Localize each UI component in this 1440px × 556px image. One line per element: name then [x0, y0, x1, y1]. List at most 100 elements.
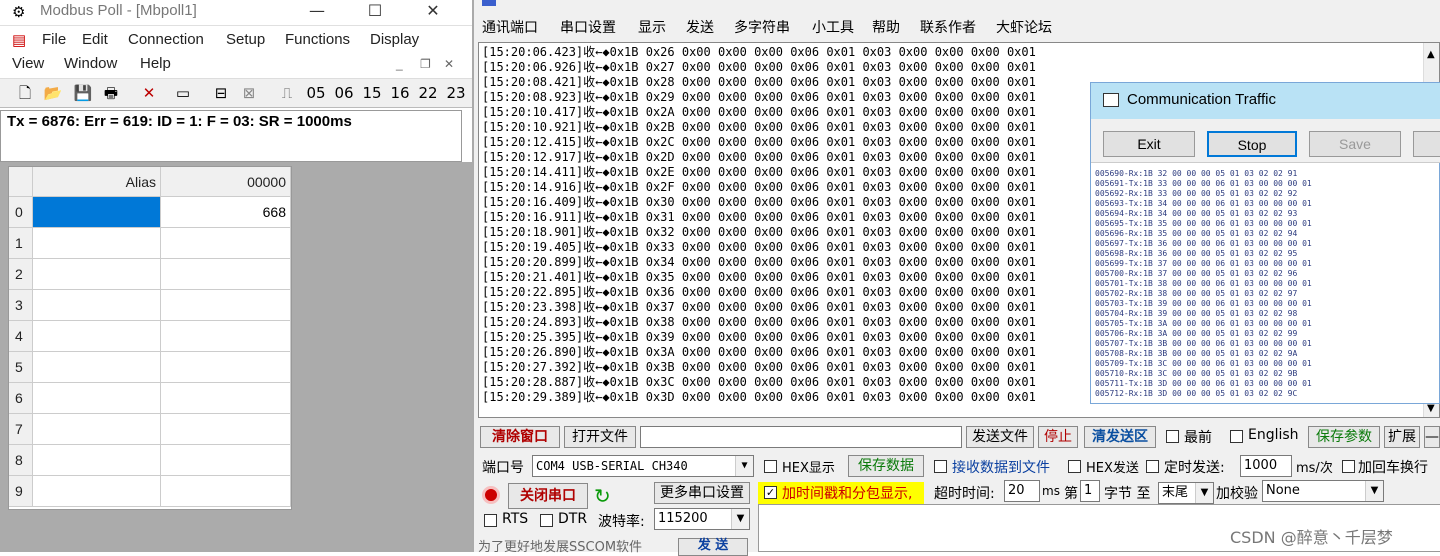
grid-alias-cell[interactable]: [33, 321, 161, 352]
menu-setup[interactable]: Setup: [226, 31, 265, 48]
chevron-down-icon[interactable]: ▼: [731, 509, 749, 529]
grid-value-cell[interactable]: [161, 290, 291, 321]
grid-value-cell[interactable]: [161, 383, 291, 414]
grid-alias-cell[interactable]: [33, 445, 161, 476]
close-port-button[interactable]: 关闭串口: [508, 483, 588, 509]
grid-row-header[interactable]: 1: [9, 228, 33, 259]
grid-value-cell[interactable]: [161, 414, 291, 445]
hex-send-checkbox[interactable]: [1068, 460, 1081, 473]
sscom-menu-8[interactable]: 大虾论坛: [996, 17, 1052, 37]
grid-row-header[interactable]: 7: [9, 414, 33, 445]
sscom-menu-4[interactable]: 多字符串: [734, 17, 790, 37]
stop-traffic-button[interactable]: Stop: [1207, 131, 1297, 157]
sscom-menu-5[interactable]: 小工具: [812, 17, 854, 37]
menu-functions[interactable]: Functions: [285, 31, 350, 48]
frame-input[interactable]: 1: [1080, 480, 1100, 502]
send-file-button[interactable]: 发送文件: [966, 426, 1034, 448]
grid-row-header[interactable]: 9: [9, 476, 33, 507]
grid-value-cell[interactable]: [161, 352, 291, 383]
topmost-checkbox[interactable]: [1166, 430, 1179, 443]
hex-display-checkbox[interactable]: [764, 460, 777, 473]
port-select[interactable]: COM4 USB-SERIAL CH340 ▼: [532, 455, 754, 477]
chevron-down-icon[interactable]: ▼: [735, 456, 753, 476]
timestamp-checkbox[interactable]: ✓: [764, 486, 777, 499]
toolbar-fn-05[interactable]: 05: [303, 82, 329, 104]
scroll-up-icon[interactable]: ▲: [1427, 49, 1435, 60]
timed-send-checkbox[interactable]: [1146, 460, 1159, 473]
sscom-menu-7[interactable]: 联系作者: [920, 17, 976, 37]
send-button[interactable]: 发 送: [678, 538, 748, 556]
grid-alias-cell[interactable]: [33, 290, 161, 321]
menu-connection[interactable]: Connection: [128, 31, 204, 48]
save-data-button[interactable]: 保存数据: [848, 455, 924, 477]
menu-edit[interactable]: Edit: [82, 31, 108, 48]
expand-button[interactable]: 扩展: [1384, 426, 1420, 448]
menu-view[interactable]: View: [12, 55, 44, 72]
grid-value-cell[interactable]: 668: [161, 197, 291, 228]
menu-display[interactable]: Display: [370, 31, 419, 48]
more-settings-button[interactable]: 更多串口设置: [654, 482, 750, 504]
toolbar-fn-06[interactable]: 06: [331, 82, 357, 104]
print-icon[interactable]: 🖶: [100, 82, 122, 104]
grid-row-header[interactable]: 6: [9, 383, 33, 414]
mdi-restore-icon[interactable]: ❐: [420, 57, 431, 71]
sscom-menu-3[interactable]: 发送: [686, 17, 714, 37]
clear-window-button[interactable]: 清除窗口: [480, 426, 560, 448]
english-checkbox[interactable]: [1230, 430, 1243, 443]
grid-value-cell[interactable]: [161, 445, 291, 476]
stop-button[interactable]: 停止: [1038, 426, 1078, 448]
connect-icon[interactable]: ⊟: [210, 82, 232, 104]
grid-value-cell[interactable]: [161, 321, 291, 352]
dtr-checkbox[interactable]: [540, 514, 553, 527]
clear-send-button[interactable]: 清发送区: [1084, 426, 1156, 448]
rts-checkbox[interactable]: [484, 514, 497, 527]
file-path-input[interactable]: [640, 426, 962, 448]
grid-row-header[interactable]: 2: [9, 259, 33, 290]
sscom-menu-6[interactable]: 帮助: [872, 17, 900, 37]
collapse-button[interactable]: —: [1424, 426, 1440, 448]
toolbar-fn-22[interactable]: 22: [415, 82, 441, 104]
chevron-down-icon[interactable]: ▼: [1365, 481, 1383, 501]
save-params-button[interactable]: 保存参数: [1308, 426, 1380, 448]
minimize-icon[interactable]: —: [294, 0, 340, 24]
menu-help[interactable]: Help: [140, 55, 171, 72]
toolbar-fn-23[interactable]: 23: [443, 82, 469, 104]
grid-alias-cell[interactable]: [33, 228, 161, 259]
interval-input[interactable]: 1000: [1240, 455, 1292, 477]
grid-row-header[interactable]: 3: [9, 290, 33, 321]
checksum-select[interactable]: None ▼: [1262, 480, 1384, 502]
disconnect-icon[interactable]: ⊠: [238, 82, 260, 104]
grid-value-cell[interactable]: [161, 476, 291, 507]
grid-alias-cell[interactable]: [33, 197, 161, 228]
menu-window[interactable]: Window: [64, 55, 117, 72]
extra-button[interactable]: [1413, 131, 1440, 157]
grid-row-header[interactable]: 8: [9, 445, 33, 476]
sscom-menu-1[interactable]: 串口设置: [560, 17, 616, 37]
grid-alias-cell[interactable]: [33, 259, 161, 290]
mdi-minimize-icon[interactable]: _: [396, 57, 403, 71]
menu-file[interactable]: File: [42, 31, 66, 48]
end-select[interactable]: 末尾 ▼: [1158, 482, 1214, 504]
mdi-close-icon[interactable]: ✕: [444, 57, 454, 71]
save-icon[interactable]: 💾: [72, 82, 94, 104]
toolbar-fn-16[interactable]: 16: [387, 82, 413, 104]
grid-row-header[interactable]: 5: [9, 352, 33, 383]
open-file-button[interactable]: 打开文件: [564, 426, 636, 448]
new-file-icon[interactable]: 🗋: [14, 82, 36, 104]
baud-select[interactable]: 115200 ▼: [654, 508, 750, 530]
pulse-icon[interactable]: ⎍: [276, 82, 298, 104]
grid-alias-cell[interactable]: [33, 352, 161, 383]
scroll-down-icon[interactable]: ▼: [1427, 403, 1435, 414]
add-crlf-checkbox[interactable]: [1342, 460, 1355, 473]
timeout-input[interactable]: 20: [1004, 480, 1040, 502]
chevron-down-icon[interactable]: ▼: [1195, 483, 1213, 503]
window-icon[interactable]: ▭: [172, 82, 194, 104]
grid-alias-cell[interactable]: [33, 383, 161, 414]
grid-value-cell[interactable]: [161, 259, 291, 290]
grid-header-value[interactable]: 00000: [161, 167, 291, 197]
maximize-icon[interactable]: ☐: [352, 0, 398, 24]
sscom-menu-0[interactable]: 通讯端口: [482, 17, 538, 37]
grid-value-cell[interactable]: [161, 228, 291, 259]
grid-alias-cell[interactable]: [33, 476, 161, 507]
recv-to-file-checkbox[interactable]: [934, 460, 947, 473]
